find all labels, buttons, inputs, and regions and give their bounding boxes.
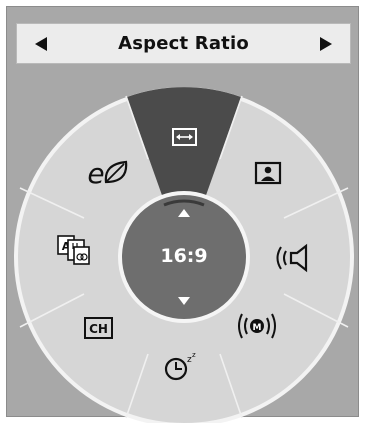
aspect-ratio-value: 16:9	[160, 245, 208, 267]
svg-text:e: e	[87, 157, 104, 190]
svg-text:z: z	[192, 351, 196, 359]
svg-text:CH: CH	[89, 322, 108, 336]
svg-text:M: M	[253, 323, 262, 333]
quick-menu-dial: M z z CH A e	[14, 87, 354, 423]
